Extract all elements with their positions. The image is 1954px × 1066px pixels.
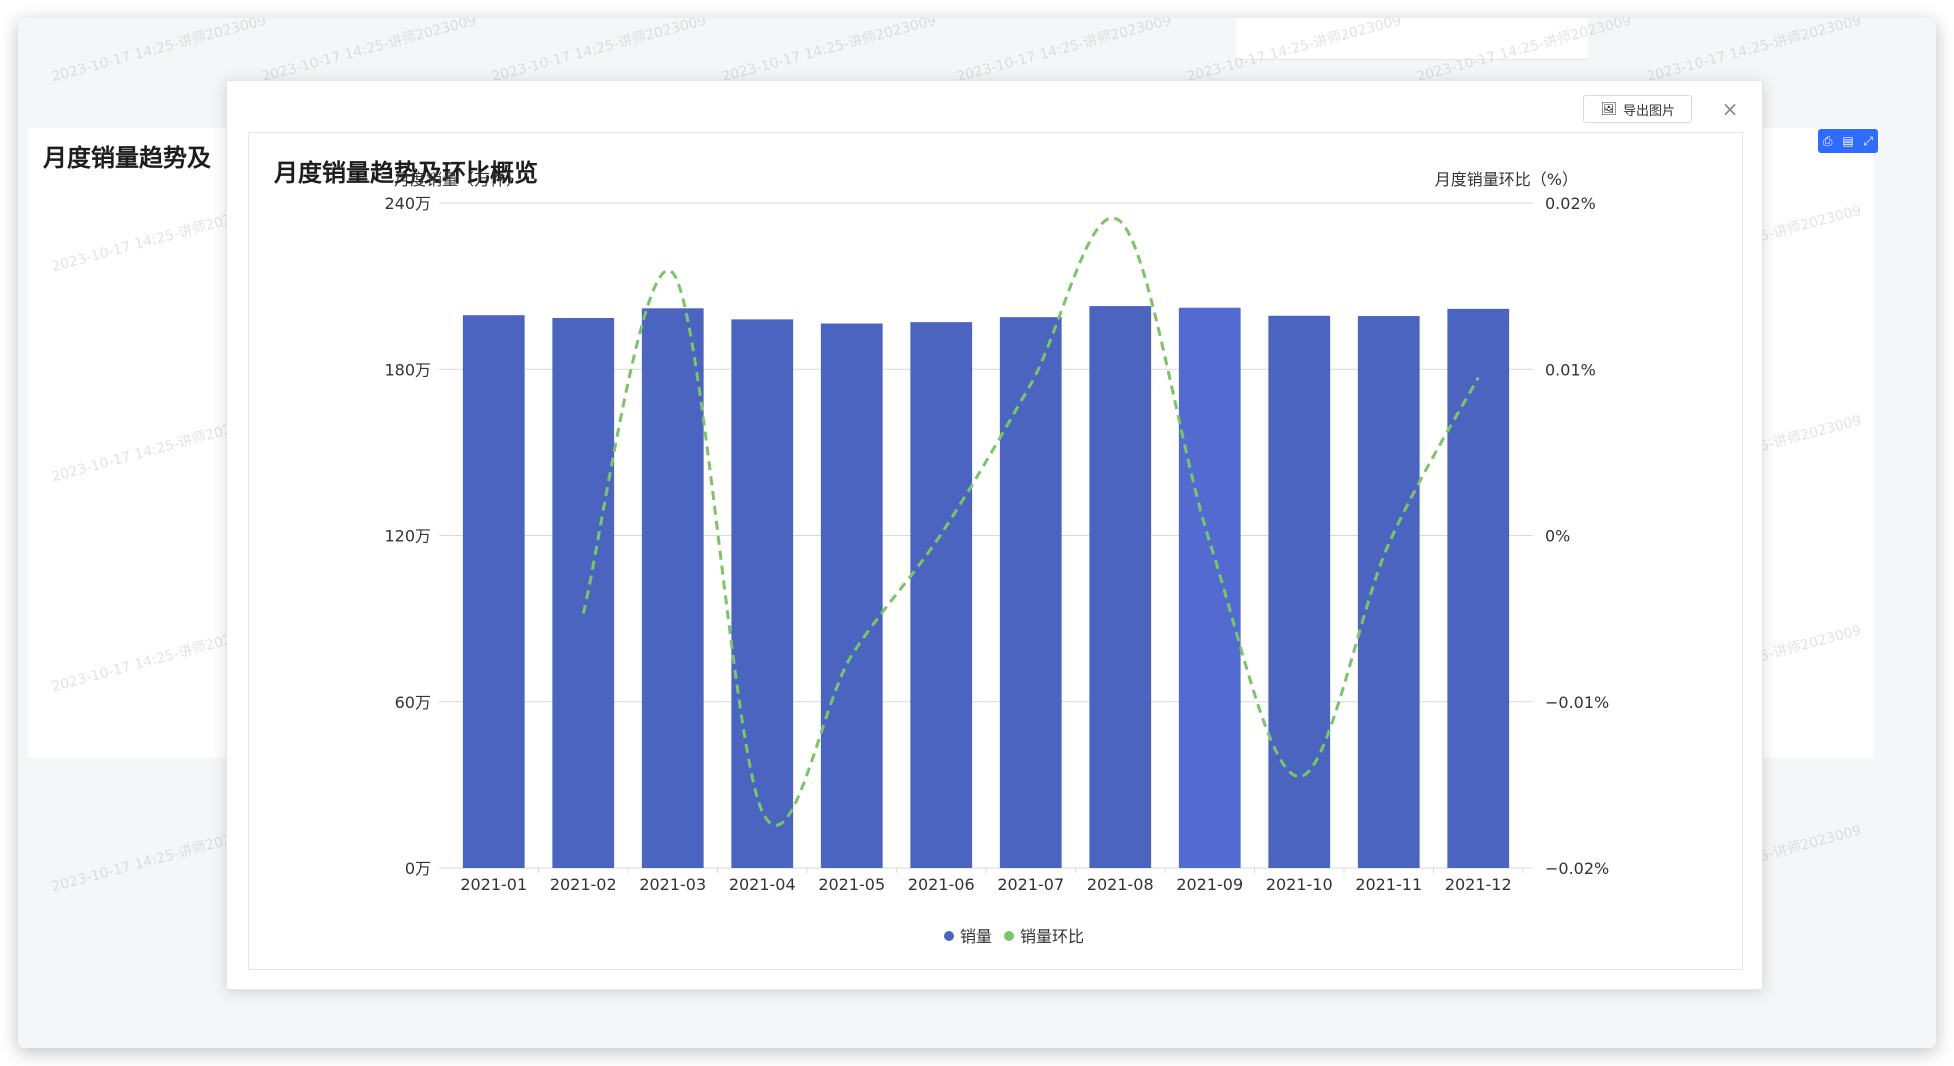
bar-销量 (820, 323, 883, 868)
y-right-axis-label: 月度销量环比（%） (1435, 170, 1578, 189)
watermark-text: 2023-10-17 14:25-讲师2023009 (259, 18, 479, 86)
x-tick-label: 2021-03 (639, 875, 706, 894)
app-window: 月度销量趋势及 ⎙ ▤ ⤢ 2023-10-17 14:25-讲师2023009… (18, 18, 1936, 1048)
bar-销量 (1268, 315, 1331, 868)
x-tick-label: 2021-05 (818, 875, 885, 894)
chart-frame: 月度销量趋势及环比概览 月度销量（万件） 月度销量环比（%） 0万 −0.02% 60万… (248, 132, 1743, 970)
background-filter-bar (1236, 18, 1588, 60)
y-left-axis-label: 月度销量（万件） (394, 170, 522, 189)
x-tick-label: 2021-12 (1445, 875, 1512, 894)
export-image-button[interactable]: 🖼 导出图片 (1583, 95, 1692, 123)
x-tick-label: 2021-02 (550, 875, 617, 894)
y-left-tick-label: 0万 (405, 859, 431, 878)
legend-marker-销量 (944, 931, 954, 941)
bar-销量 (731, 319, 794, 868)
legend-marker-销量环比 (1004, 931, 1014, 941)
fullscreen-icon[interactable]: ⤢ (1863, 134, 1873, 149)
bar-销量 (999, 317, 1062, 868)
bar-销量 (462, 315, 525, 868)
bar-销量 (1447, 308, 1510, 868)
x-tick-label: 2021-07 (997, 875, 1064, 894)
image-icon: 🖼 (1600, 101, 1617, 117)
x-tick-label: 2021-06 (908, 875, 975, 894)
watermark-text: 2023-10-17 14:25-讲师2023009 (49, 18, 269, 86)
legend-label-销量: 销量 (960, 927, 992, 946)
x-tick-label: 2021-08 (1087, 875, 1154, 894)
bar-销量 (641, 308, 704, 868)
watermark-text: 2023-10-17 14:25-讲师2023009 (489, 18, 709, 86)
y-right-tick-label: 0.02% (1545, 194, 1596, 213)
y-right-tick-label: −0.02% (1545, 859, 1609, 878)
y-left-tick-label: 180万 (384, 360, 431, 379)
x-tick-label: 2021-09 (1176, 875, 1243, 894)
data-icon[interactable]: ▤ (1842, 134, 1853, 148)
export-icon[interactable]: ⎙ (1823, 134, 1833, 149)
close-button[interactable]: × (1716, 95, 1744, 123)
chart-modal: 🖼 导出图片 × 月度销量趋势及环比概览 月度销量（万件） 月度销量环比（%） 0万… (226, 80, 1763, 990)
watermark-text: 2023-10-17 14:25-讲师2023009 (719, 18, 939, 86)
y-right-tick-label: −0.01% (1545, 693, 1609, 712)
bar-销量 (552, 317, 615, 868)
bar-销量 (1357, 316, 1420, 868)
legend-label-销量环比: 销量环比 (1020, 927, 1084, 946)
bar-销量 (910, 322, 973, 868)
bar-销量 (1089, 306, 1152, 868)
x-tick-label: 2021-10 (1266, 875, 1333, 894)
y-left-tick-label: 240万 (384, 194, 431, 213)
combo-chart: 月度销量（万件） 月度销量环比（%） 0万 −0.02% 60万 −0.01% 120万 0%… (384, 170, 1609, 946)
y-right-tick-label: 0.01% (1545, 360, 1596, 379)
background-chart-toolbar[interactable]: ⎙ ▤ ⤢ (1818, 129, 1878, 153)
x-tick-label: 2021-04 (729, 875, 796, 894)
export-image-label: 导出图片 (1622, 103, 1675, 119)
watermark-text: 2023-10-17 14:25-讲师2023009 (1644, 18, 1864, 86)
watermark-text: 2023-10-17 14:25-讲师2023009 (954, 18, 1174, 86)
y-left-tick-label: 120万 (384, 527, 431, 546)
y-left-tick-label: 60万 (395, 693, 431, 712)
background-chart-title: 月度销量趋势及 (43, 144, 211, 172)
x-tick-label: 2021-11 (1355, 875, 1422, 894)
x-tick-label: 2021-01 (460, 875, 527, 894)
y-right-tick-label: 0% (1545, 527, 1570, 546)
bar-销量 (1178, 307, 1241, 868)
